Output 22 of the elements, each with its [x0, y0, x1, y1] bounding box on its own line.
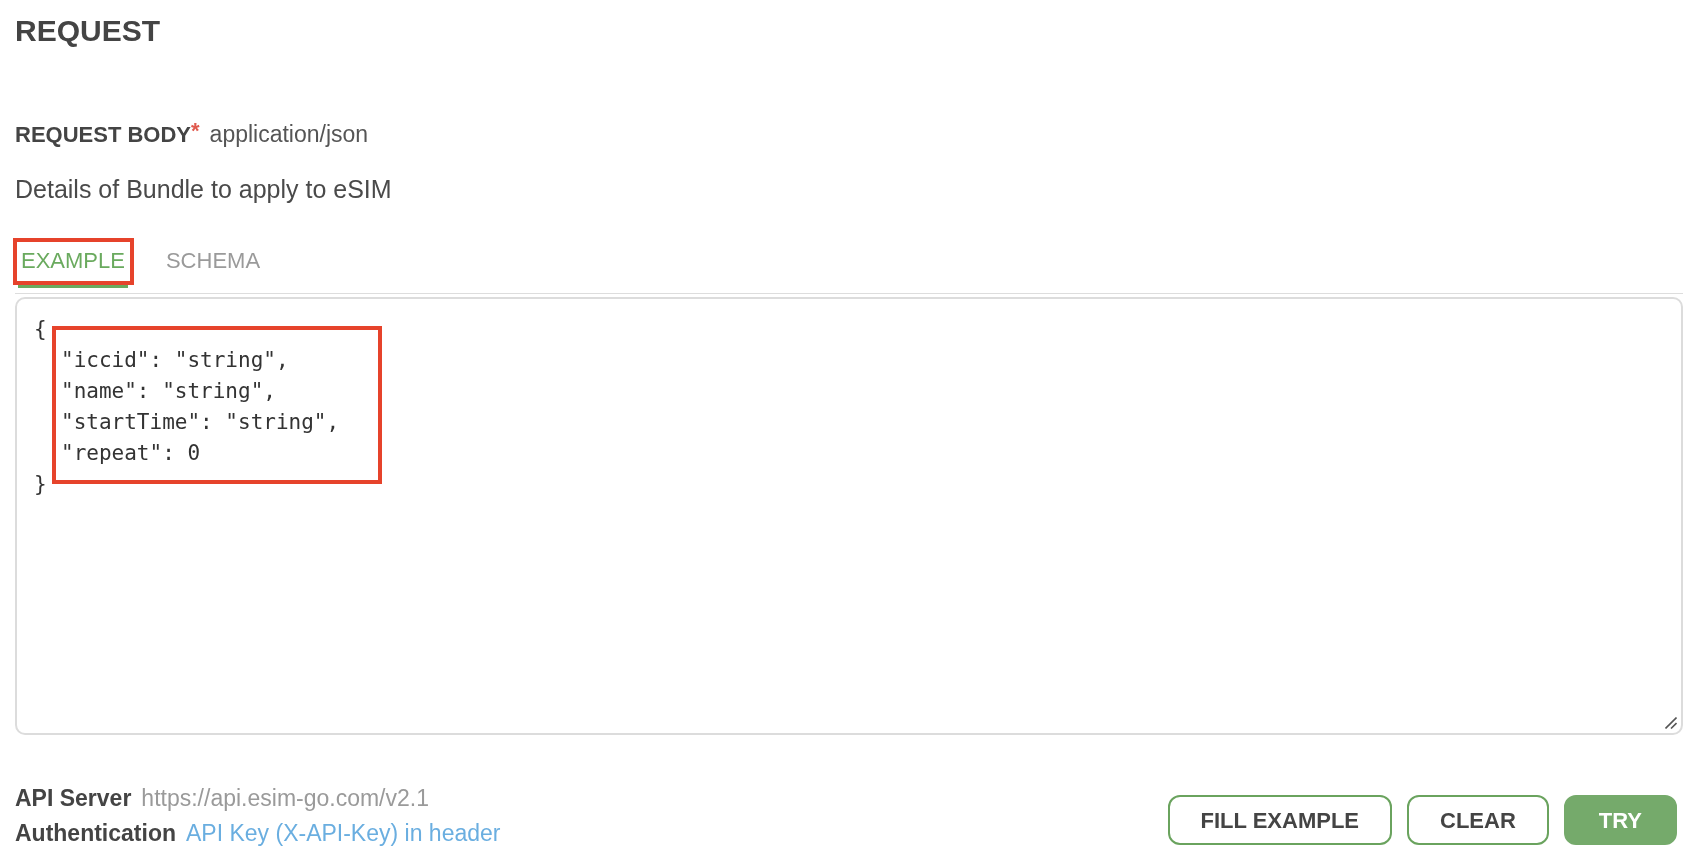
server-url: https://api.esim-go.com/v2.1 [141, 784, 429, 813]
code-line: } [34, 471, 47, 498]
code-line: "name": "string", [61, 378, 276, 405]
field-label: API Server [15, 784, 132, 813]
required-mark: * [191, 119, 200, 143]
code-line: { [34, 316, 47, 343]
code-line: "repeat": 0 [61, 440, 201, 467]
action-button[interactable]: CLEAR [1407, 795, 1549, 845]
action-button[interactable]: FILL EXAMPLE [1167, 795, 1393, 845]
field-label: Authentication [15, 819, 176, 848]
body-description: Details of Bundle to apply to eSIM [15, 174, 392, 205]
body-label: REQUEST BODY [15, 121, 192, 149]
section-title: REQUEST [15, 13, 161, 49]
tab[interactable]: EXAMPLE [18, 246, 128, 288]
resize-handle-icon[interactable] [1665, 717, 1677, 729]
tab[interactable]: SCHEMA [162, 246, 264, 288]
action-button[interactable]: TRY [1563, 795, 1677, 845]
content-type-text: application/json [209, 120, 369, 149]
code-line: "iccid": "string", [61, 347, 289, 374]
auth-link[interactable]: API Key (X-API-Key) in header [186, 816, 501, 851]
code-line: "startTime": "string", [61, 409, 340, 436]
json-editor-field[interactable]: { "iccid": "string", "name": "string", "startTime": "string", "repeat": 0 } [15, 297, 1683, 735]
